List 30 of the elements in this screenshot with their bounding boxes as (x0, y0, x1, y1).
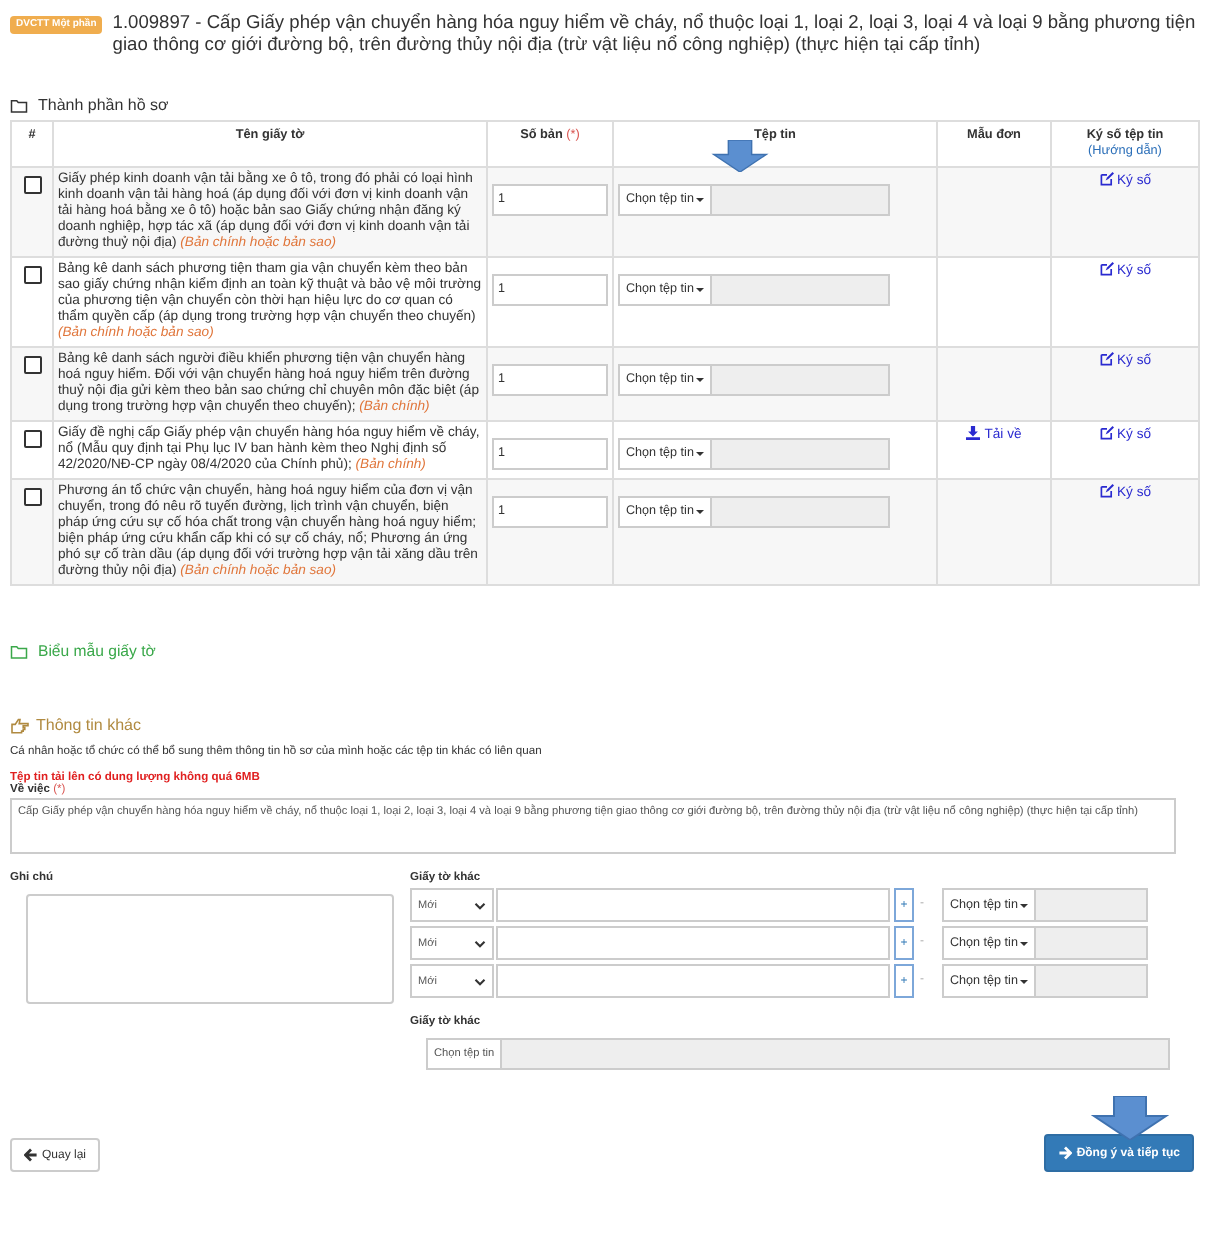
file-name-field (1035, 888, 1148, 922)
edit-icon (1099, 352, 1113, 366)
edit-icon (1099, 484, 1113, 498)
chevron-icon (474, 939, 486, 947)
arrow-right-icon (1058, 1146, 1073, 1160)
procedure-title: 1.009897 - Cấp Giấy phép vận chuyển hàng hóa nguy hiểm về cháy, nổ thuộc loại 1, loại 2, loại 3, loại 4 và loại 9 bằng phương tiện giao thông cơ giới đường bộ, trên đường thủy nội địa (trừ vật liệu nổ công nghiệp) (thực hiện tại cấp tỉnh) (112, 12, 1198, 56)
document-name-field[interactable] (496, 926, 890, 960)
pointing-hand-icon (10, 717, 30, 733)
checkbox[interactable] (23, 266, 41, 284)
checkbox[interactable] (23, 488, 41, 506)
document-name-field[interactable] (496, 888, 890, 922)
download-icon (966, 426, 981, 440)
section-title: Thành phần hồ sơ (38, 96, 169, 114)
checkbox[interactable] (23, 176, 41, 194)
checkbox[interactable] (23, 356, 41, 374)
folder-icon (10, 643, 28, 659)
chevron-icon (474, 977, 486, 985)
edit-icon (1099, 426, 1113, 440)
arrow-left-icon (24, 1148, 38, 1162)
edit-icon (1099, 262, 1113, 276)
folder-icon (10, 97, 28, 113)
edit-icon (1099, 172, 1113, 186)
document-name-field[interactable] (496, 964, 890, 998)
chevron-icon (474, 901, 486, 909)
arrow-icon (1090, 1096, 1171, 1140)
file-name-field (1035, 926, 1148, 960)
file-name-field (1035, 964, 1148, 998)
section-title: Thông tin khác (36, 716, 141, 734)
checkbox[interactable] (23, 430, 41, 448)
notes-field[interactable] (26, 894, 394, 1004)
